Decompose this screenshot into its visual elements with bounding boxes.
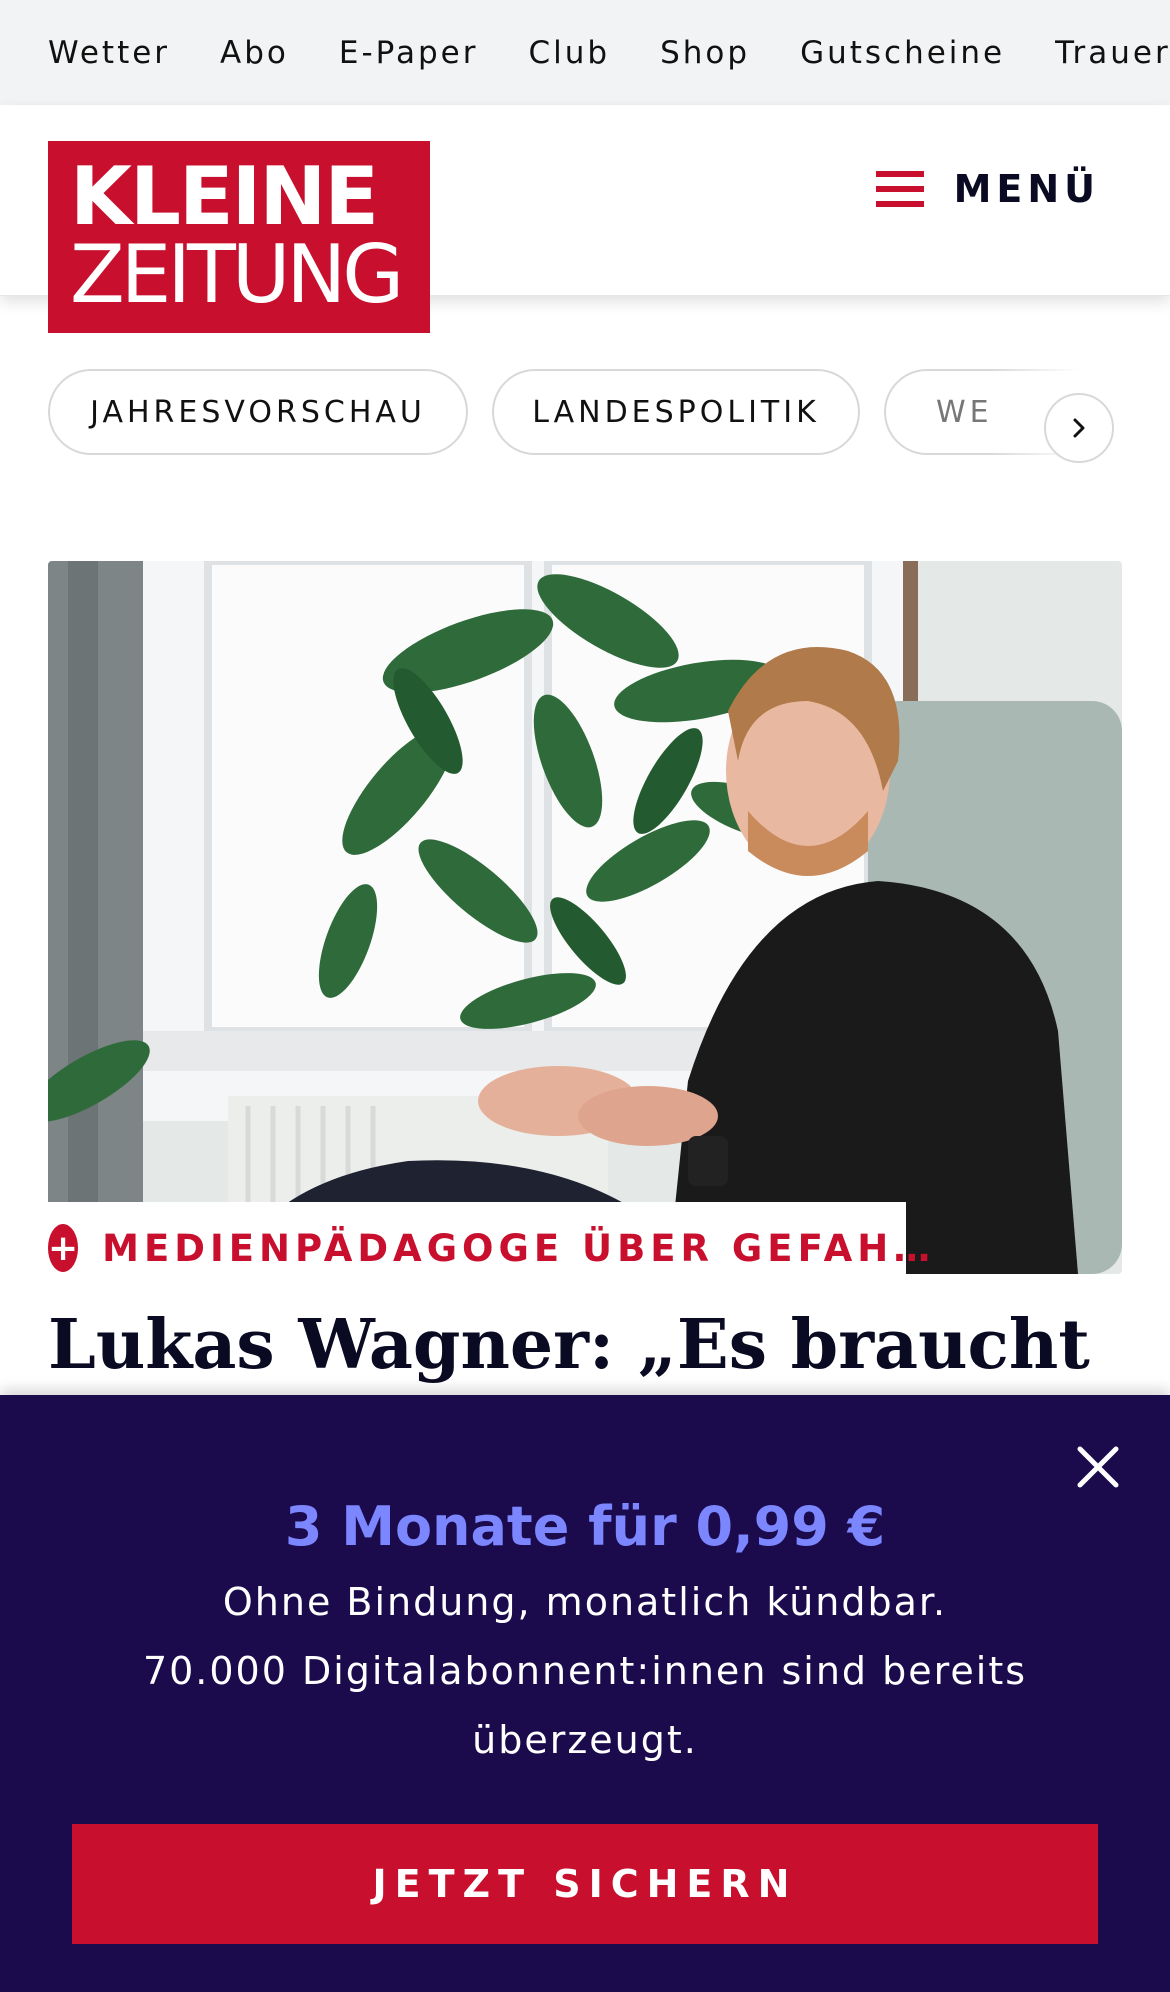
hamburger-icon	[875, 171, 924, 207]
category-pill-landespolitik[interactable]: LANDESPOLITIK	[492, 369, 860, 455]
nav-link-trauerportal[interactable]: Trauerp	[1055, 35, 1170, 71]
logo-line-1: KLEINE	[70, 150, 379, 243]
menu-button[interactable]: MENÜ	[875, 167, 1100, 211]
plus-icon: +	[48, 1224, 79, 1272]
nav-link-abo[interactable]: Abo	[220, 35, 289, 71]
article-hero-image[interactable]	[48, 561, 1122, 1274]
kicker-text: MEDIENPÄDAGOGE ÜBER GEFAH…	[102, 1226, 936, 1270]
article-kicker[interactable]: + MEDIENPÄDAGOGE ÜBER GEFAH…	[48, 1202, 930, 1294]
pills-next-button[interactable]	[1044, 393, 1114, 463]
subscription-overlay: 3 Monate für 0,99 € Ohne Bindung, monatl…	[0, 1395, 1170, 1992]
utility-nav: Wetter Abo E-Paper Club Shop Gutscheine …	[0, 0, 1170, 105]
close-button[interactable]	[1074, 1443, 1122, 1491]
nav-link-wetter[interactable]: Wetter	[48, 35, 170, 71]
article-headline[interactable]: Lukas Wagner: „Es braucht	[48, 1305, 1122, 1385]
logo-line-2: ZEITUNG	[70, 228, 404, 321]
nav-link-epaper[interactable]: E-Paper	[339, 35, 479, 71]
category-pills: JAHRESVORSCHAU LANDESPOLITIK WE	[48, 369, 1148, 459]
promo-title: 3 Monate für 0,99 €	[284, 1495, 886, 1558]
promo-line-3: überzeugt.	[472, 1718, 698, 1762]
nav-link-shop[interactable]: Shop	[660, 35, 750, 71]
promo-line-1: Ohne Bindung, monatlich kündbar.	[222, 1580, 948, 1624]
subscribe-cta-button[interactable]: JETZT SICHERN	[72, 1824, 1098, 1944]
nav-link-club[interactable]: Club	[528, 35, 610, 71]
category-pill-jahresvorschau[interactable]: JAHRESVORSCHAU	[48, 369, 468, 455]
site-logo[interactable]: KLEINE ZEITUNG	[48, 141, 430, 333]
chevron-right-icon	[1073, 418, 1085, 438]
close-icon	[1077, 1446, 1119, 1488]
hero-photo	[48, 561, 1122, 1274]
promo-line-2: 70.000 Digitalabonnent:innen sind bereit…	[142, 1649, 1028, 1693]
site-header: KLEINE ZEITUNG MENÜ	[0, 105, 1170, 333]
menu-label: MENÜ	[953, 167, 1100, 211]
nav-link-gutscheine[interactable]: Gutscheine	[800, 35, 1005, 71]
